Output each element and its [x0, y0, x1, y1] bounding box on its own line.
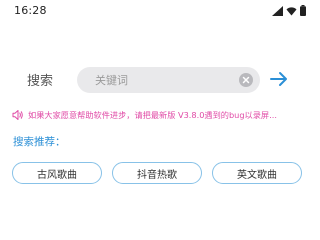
search-row: 搜索	[0, 64, 318, 93]
chip-english-songs[interactable]: 英文歌曲	[212, 162, 302, 184]
speaker-icon	[12, 110, 23, 120]
notice-text: 如果大家愿意帮助软件进步，请把最新版 V3.8.0遇到的bug以录屏...	[28, 110, 277, 120]
battery-icon	[300, 5, 306, 16]
clear-icon[interactable]	[239, 73, 253, 87]
status-bar: 16:28	[0, 0, 318, 22]
chip-douyin-hot-songs[interactable]: 抖音热歌	[112, 162, 202, 184]
search-box[interactable]	[77, 67, 260, 93]
notice-bar[interactable]: 如果大家愿意帮助软件进步，请把最新版 V3.8.0遇到的bug以录屏...	[12, 108, 312, 122]
recommend-chips: 古风歌曲 抖音热歌 英文歌曲	[12, 162, 306, 184]
arrow-right-icon[interactable]	[270, 71, 288, 87]
status-icons	[272, 5, 306, 16]
wifi-icon	[286, 6, 297, 15]
signal-icon	[272, 5, 283, 16]
chip-ancient-style-songs[interactable]: 古风歌曲	[12, 162, 102, 184]
recommend-label: 搜索推荐：	[13, 136, 66, 148]
search-input[interactable]	[77, 67, 237, 93]
search-label: 搜索	[27, 74, 54, 89]
status-time: 16:28	[14, 4, 47, 17]
